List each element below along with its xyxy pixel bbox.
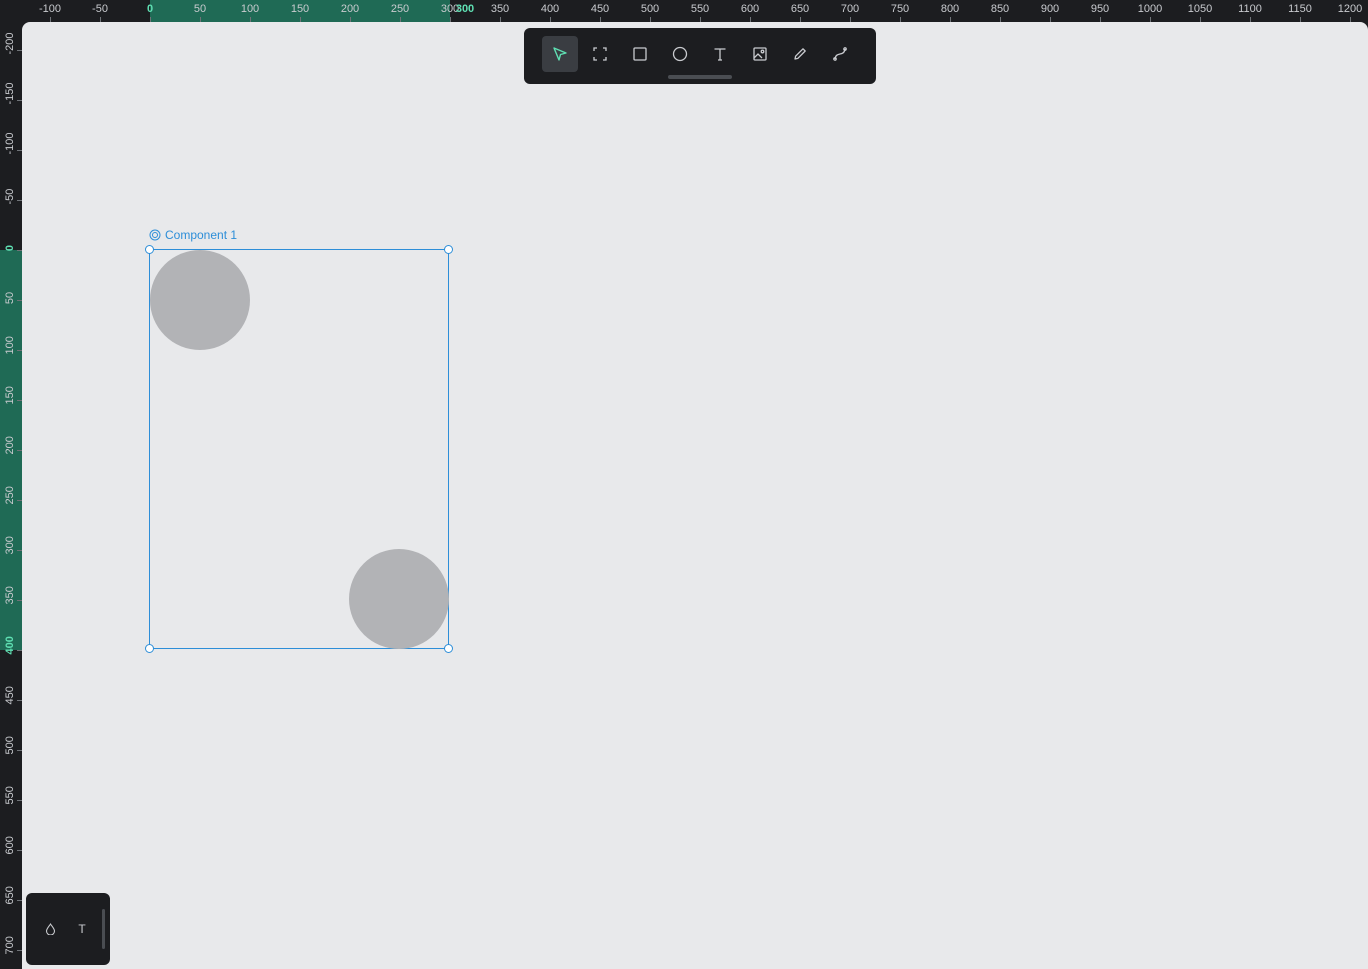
resize-handle-bottom-right[interactable] [444,644,453,653]
top-ruler-label: 1150 [1288,3,1312,15]
top-ruler-label: 700 [840,3,860,15]
top-ruler-label: 900 [1040,3,1060,15]
component-name: Component 1 [165,228,238,242]
mini-properties-panel: T [26,893,110,965]
left-ruler-label: 200 [4,436,16,455]
top-ruler-label: 1000 [1137,3,1163,15]
toolbar-drag-handle[interactable] [668,75,732,79]
left-ruler-label: 600 [4,836,16,855]
top-ruler-label: -50 [92,3,108,15]
circle-shape-top-left[interactable] [150,250,250,350]
top-ruler-selection-end-label: 300 [455,3,475,15]
mini-panel-scrollbar[interactable] [102,909,105,949]
component-icon [149,229,161,241]
top-ruler-label: 500 [640,3,660,15]
left-ruler-label: 150 [4,386,16,405]
top-ruler-label: 100 [240,3,260,15]
left-ruler-label: -200 [4,32,16,55]
top-ruler-label: 200 [340,3,360,15]
component-label[interactable]: Component 1 [149,228,237,242]
pen-tool-button[interactable] [782,36,818,72]
left-ruler-label: 350 [4,586,16,605]
path-tool-button[interactable] [822,36,858,72]
left-ruler: -200 -150 -100 -50 0 50 100 150 200 250 300 350 400 4… [0,0,22,969]
left-ruler-label: 250 [4,486,16,505]
text-icon: T [78,922,86,936]
top-ruler-label: -100 [38,3,62,15]
curve-icon [833,47,847,61]
left-ruler-label: 450 [4,686,16,705]
image-icon [753,47,767,61]
top-ruler-label: 950 [1090,3,1110,15]
circle-shape-bottom-right[interactable] [349,549,449,649]
left-ruler-label: -150 [4,82,16,105]
top-ruler-label: 250 [390,3,410,15]
resize-handle-bottom-left[interactable] [145,644,154,653]
left-ruler-label: 500 [4,736,16,755]
ellipse-icon [672,46,688,62]
design-canvas[interactable]: Component 1 T [22,22,1368,969]
text-icon [714,48,726,61]
left-ruler-label: 300 [4,536,16,555]
frame-tool-button[interactable] [582,36,618,72]
image-tool-button[interactable] [742,36,778,72]
left-ruler-label: 650 [4,886,16,905]
top-ruler-label: 550 [690,3,710,15]
left-ruler-label: 700 [4,936,16,955]
top-ruler-label: 50 [193,3,207,15]
top-ruler-label: 0 [146,3,154,15]
top-ruler-label: 150 [290,3,310,15]
drop-icon [45,923,55,935]
top-ruler-label: 800 [940,3,960,15]
rectangle-tool-button[interactable] [622,36,658,72]
top-ruler-label: 650 [790,3,810,15]
resize-handle-top-right[interactable] [444,245,453,254]
resize-handle-top-left[interactable] [145,245,154,254]
left-ruler-label: 100 [4,336,16,355]
text-style-button[interactable]: T [72,919,92,939]
top-ruler-label: 1050 [1187,3,1213,15]
top-ruler: -100 -50 0 50 100 150 200 250 300 350 400 450 500 550… [0,0,1368,22]
text-tool-button[interactable] [702,36,738,72]
top-ruler-label: 1100 [1238,3,1262,15]
fill-button[interactable] [40,919,60,939]
left-ruler-label: 50 [4,291,16,305]
top-ruler-label: 350 [490,3,510,15]
left-ruler-label: 400 [4,636,16,655]
top-ruler-label: 850 [990,3,1010,15]
pointer-icon [553,47,567,61]
top-ruler-label: 750 [890,3,910,15]
pencil-icon [794,48,806,60]
left-ruler-label: -100 [4,132,16,155]
left-ruler-label: 550 [4,786,16,805]
rectangle-icon [633,47,647,61]
top-ruler-label: 400 [540,3,560,15]
tool-toolbar [524,28,876,84]
top-ruler-label: 600 [740,3,760,15]
left-ruler-label: 0 [4,244,16,252]
select-tool-button[interactable] [542,36,578,72]
component-frame[interactable] [145,245,453,653]
frame-icon [593,47,607,61]
ellipse-tool-button[interactable] [662,36,698,72]
left-ruler-label: -50 [4,188,16,205]
top-ruler-label: 450 [590,3,610,15]
top-ruler-label: 1200 [1337,3,1363,15]
